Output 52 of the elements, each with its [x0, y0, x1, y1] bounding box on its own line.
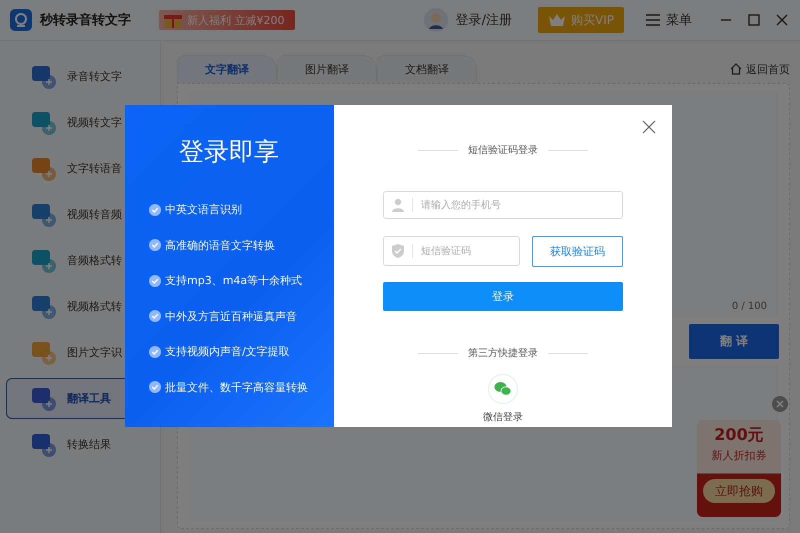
login-button[interactable]: 登录: [383, 282, 623, 311]
login-register-link[interactable]: 登录/注册: [456, 11, 512, 29]
feature-text: 支持视频内声音/文字提取: [165, 344, 290, 360]
grab-now-button[interactable]: 立即抢购: [703, 479, 775, 503]
feature-text: 高准确的语音文字转换: [165, 238, 275, 253]
wechat-login-label[interactable]: 微信登录: [483, 410, 523, 424]
app-logo-icon: [10, 9, 32, 31]
section-title: 短信验证码登录: [468, 144, 538, 157]
menu-icon: [646, 14, 660, 26]
sidebar-item[interactable]: 转换结果: [6, 424, 158, 465]
check-icon: [149, 310, 161, 322]
character-counter: 0 / 100: [732, 301, 767, 312]
menu-button[interactable]: 菜单: [646, 11, 692, 29]
app-title: 秒转录音转文字: [40, 12, 131, 29]
get-code-button[interactable]: 获取验证码: [532, 236, 623, 267]
coupon-amount: 200元: [714, 425, 764, 446]
check-icon: [149, 381, 161, 394]
section-title: 第三方快捷登录: [468, 346, 538, 360]
feature-text: 批量文件、数千字高容量转换: [165, 380, 308, 395]
chat-bubbles-icon[interactable]: [488, 374, 518, 404]
close-icon[interactable]: [776, 14, 788, 26]
person-icon: [391, 198, 405, 212]
tab[interactable]: 文字翻译: [177, 55, 277, 83]
back-home-link[interactable]: 返回首页: [730, 62, 790, 76]
dialog-headline: 登录即享: [179, 136, 280, 168]
shield-icon: [391, 244, 405, 258]
coupon-widget[interactable]: 200元 新人折扣券 立即抢购: [697, 420, 781, 517]
close-icon[interactable]: [642, 120, 656, 134]
check-icon: [149, 239, 161, 252]
translate-button[interactable]: 翻 译: [689, 324, 779, 359]
sms-code-field[interactable]: 短信验证码: [383, 236, 520, 266]
sidebar-item[interactable]: 音频格式转: [6, 240, 158, 281]
crown-icon: [548, 13, 566, 27]
check-icon: [149, 204, 161, 216]
sidebar-item[interactable]: 视频转音频: [6, 194, 158, 235]
sidebar-item[interactable]: 图片文字识: [6, 332, 158, 373]
sidebar-item[interactable]: 视频格式转: [6, 286, 158, 327]
phone-field[interactable]: 请输入您的手机号: [383, 191, 623, 219]
feature-text: 支持mp3、m4a等十余种式: [165, 273, 302, 288]
avatar-icon: [424, 8, 448, 32]
check-icon: [149, 346, 161, 358]
sidebar-item[interactable]: 视频转文字: [6, 102, 158, 143]
feature-text: 中英文语言识别: [165, 202, 242, 218]
feature-text: 中外及方言近百种逼真声音: [165, 308, 297, 324]
tab[interactable]: 图片翻译: [277, 55, 377, 83]
coupon-subtitle: 新人折扣券: [712, 448, 766, 463]
maximize-icon[interactable]: [748, 14, 760, 26]
tab[interactable]: 文档翻译: [377, 55, 477, 83]
sidebar-item[interactable]: 录音转文字: [6, 56, 158, 97]
home-icon: [730, 63, 742, 75]
check-icon: [149, 274, 161, 287]
sidebar-item[interactable]: 文字转语音: [6, 148, 158, 189]
